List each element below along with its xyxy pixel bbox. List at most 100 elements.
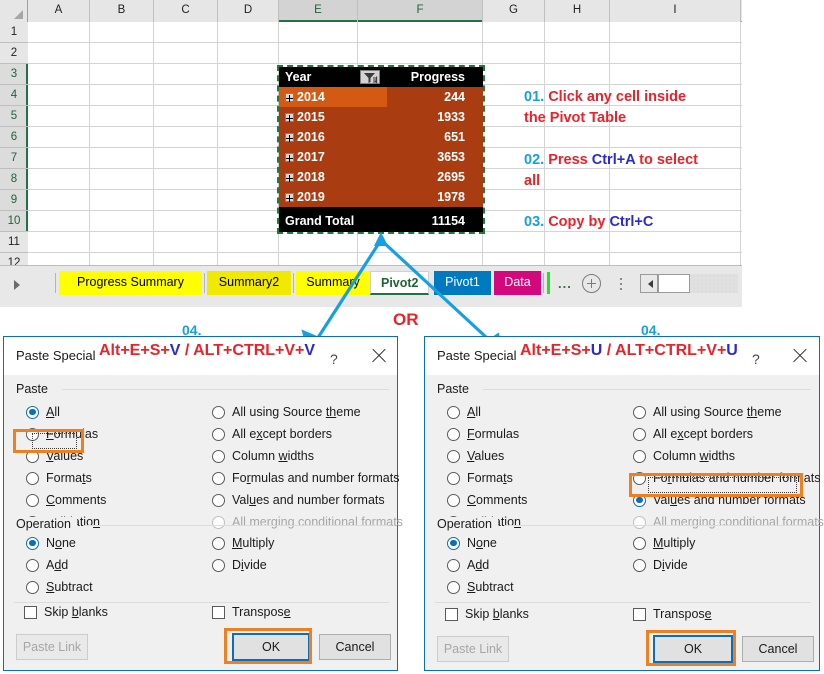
radio-paste-comments[interactable]: Comments <box>26 493 106 507</box>
pivot-cell-progress[interactable]: 244 <box>387 87 483 107</box>
sheet-tab-progress-summary[interactable]: Progress Summary <box>59 271 202 295</box>
radio-operation-none[interactable]: None <box>447 536 497 550</box>
paste-link-button[interactable]: Paste Link <box>16 634 88 660</box>
pivot-cell-progress[interactable]: 1933 <box>387 107 483 127</box>
close-icon[interactable] <box>791 347 809 365</box>
more-tabs-label[interactable]: ... <box>558 276 572 291</box>
pivot-table[interactable]: Year Progress 2014 244 2015 1933 2016 65… <box>277 65 485 234</box>
pivot-cell-progress[interactable]: 1978 <box>387 187 483 207</box>
radio-operation-divide[interactable]: Divide <box>633 558 688 572</box>
radio-operation-add[interactable]: Add <box>447 558 489 572</box>
cancel-button[interactable]: Cancel <box>319 634 391 660</box>
row-header-1[interactable]: 1 <box>0 22 28 43</box>
sheet-tab-summary[interactable]: Summary <box>296 271 370 295</box>
row-header-10[interactable]: 10 <box>0 211 28 232</box>
radio-paste-column-widths[interactable]: Column widths <box>633 449 735 463</box>
checkbox-transpose[interactable]: Transpose <box>212 605 291 619</box>
radio-operation-multiply[interactable]: Multiply <box>633 536 695 550</box>
sheet-tab-bar[interactable]: Progress Summary Summary2 Summary Pivot2… <box>0 265 742 307</box>
column-header-b[interactable]: B <box>90 0 154 22</box>
radio-operation-multiply[interactable]: Multiply <box>212 536 274 550</box>
scroll-left-icon[interactable] <box>640 274 658 293</box>
expand-icon[interactable] <box>285 192 294 202</box>
radio-paste-comments[interactable]: Comments <box>447 493 527 507</box>
column-header-d[interactable]: D <box>218 0 279 22</box>
row-header-6[interactable]: 6 <box>0 127 28 148</box>
sheet-tab-pivot2[interactable]: Pivot2 <box>370 271 429 295</box>
radio-paste-column-widths[interactable]: Column widths <box>212 449 314 463</box>
spreadsheet-grid[interactable]: A B C D E F G H I 1 2 3 4 5 6 7 8 9 10 1… <box>0 0 742 274</box>
radio-paste-all[interactable]: All <box>447 405 481 419</box>
filter-icon[interactable] <box>360 70 380 84</box>
pivot-cell-progress[interactable]: 2695 <box>387 167 483 187</box>
column-header-e[interactable]: E <box>279 0 358 22</box>
radio-operation-subtract[interactable]: Subtract <box>447 580 514 594</box>
sheet-tab-summary2[interactable]: Summary2 <box>207 271 291 295</box>
pivot-cell-year[interactable]: 2014 <box>279 87 387 107</box>
radio-paste-formats[interactable]: Formats <box>26 471 92 485</box>
radio-paste-all-using-source-theme[interactable]: All using Source theme <box>212 405 361 419</box>
expand-icon[interactable] <box>285 92 294 102</box>
help-button[interactable]: ? <box>330 351 338 367</box>
expand-icon[interactable] <box>285 112 294 122</box>
row-header-4[interactable]: 4 <box>0 85 28 106</box>
column-header-h[interactable]: H <box>545 0 610 22</box>
radio-operation-subtract[interactable]: Subtract <box>26 580 93 594</box>
radio-paste-all-except-borders[interactable]: All except borders <box>212 427 332 441</box>
pivot-cell-year[interactable]: 2017 <box>279 147 387 167</box>
radio-paste-formats[interactable]: Formats <box>447 471 513 485</box>
paste-link-button[interactable]: Paste Link <box>437 636 509 662</box>
expand-icon[interactable] <box>285 172 294 182</box>
pivot-data-row[interactable]: 2016 651 <box>279 127 483 147</box>
checkbox-transpose[interactable]: Transpose <box>633 607 712 621</box>
help-button[interactable]: ? <box>752 351 760 367</box>
radio-paste-formulas[interactable]: Formulas <box>447 427 519 441</box>
column-header-g[interactable]: G <box>483 0 545 22</box>
radio-paste-all-except-borders[interactable]: All except borders <box>633 427 753 441</box>
row-header-8[interactable]: 8 <box>0 169 28 190</box>
radio-paste-all[interactable]: All <box>26 405 60 419</box>
scrollbar-thumb[interactable] <box>658 274 690 293</box>
vertical-dots-icon[interactable] <box>620 276 622 292</box>
pivot-cell-progress[interactable]: 3653 <box>387 147 483 167</box>
row-header-5[interactable]: 5 <box>0 106 28 127</box>
pivot-cell-progress[interactable]: 651 <box>387 127 483 147</box>
paste-special-dialog-left[interactable]: Paste Special Alt+E+S+V / ALT+CTRL+V+V ?… <box>3 336 403 671</box>
checkbox-skip-blanks[interactable]: Skip blanks <box>445 607 529 621</box>
close-icon[interactable] <box>370 347 388 365</box>
expand-icon[interactable] <box>285 132 294 142</box>
sheet-tab-data[interactable]: Data <box>494 271 541 295</box>
row-header-11[interactable]: 11 <box>0 232 28 253</box>
radio-operation-none[interactable]: None <box>26 536 76 550</box>
pivot-data-row[interactable]: 2017 3653 <box>279 147 483 167</box>
cancel-button[interactable]: Cancel <box>742 636 814 662</box>
select-all-corner[interactable] <box>0 0 28 22</box>
column-header-i[interactable]: I <box>610 0 741 22</box>
radio-operation-divide[interactable]: Divide <box>212 558 267 572</box>
pivot-data-row[interactable]: 2018 2695 <box>279 167 483 187</box>
pivot-cell-year[interactable]: 2018 <box>279 167 387 187</box>
pivot-cell-year[interactable]: 2015 <box>279 107 387 127</box>
pivot-grand-total-row[interactable]: Grand Total 11154 <box>279 209 483 232</box>
row-header-2[interactable]: 2 <box>0 43 28 64</box>
row-header-9[interactable]: 9 <box>0 190 28 211</box>
plus-circle-icon[interactable] <box>582 274 601 293</box>
pivot-data-row[interactable]: 2019 1978 <box>279 187 483 207</box>
column-header-c[interactable]: C <box>154 0 218 22</box>
pivot-cell-year[interactable]: 2016 <box>279 127 387 147</box>
row-header-3[interactable]: 3 <box>0 64 28 85</box>
horizontal-scrollbar[interactable] <box>640 274 738 293</box>
column-header-a[interactable]: A <box>28 0 90 22</box>
expand-icon[interactable] <box>285 152 294 162</box>
radio-paste-all-using-source-theme[interactable]: All using Source theme <box>633 405 782 419</box>
row-header-7[interactable]: 7 <box>0 148 28 169</box>
pivot-data-row[interactable]: 2015 1933 <box>279 107 483 127</box>
nav-right-icon[interactable] <box>8 276 26 294</box>
pivot-cell-year[interactable]: 2019 <box>279 187 387 207</box>
column-header-f[interactable]: F <box>358 0 483 22</box>
radio-paste-values-and-number-formats[interactable]: Values and number formats <box>212 493 385 507</box>
pivot-data-row[interactable]: 2014 244 <box>279 87 483 107</box>
paste-special-dialog-right[interactable]: Paste Special Alt+E+S+U / ALT+CTRL+V+U ?… <box>424 336 824 671</box>
radio-operation-add[interactable]: Add <box>26 558 68 572</box>
checkbox-skip-blanks[interactable]: Skip blanks <box>24 605 108 619</box>
